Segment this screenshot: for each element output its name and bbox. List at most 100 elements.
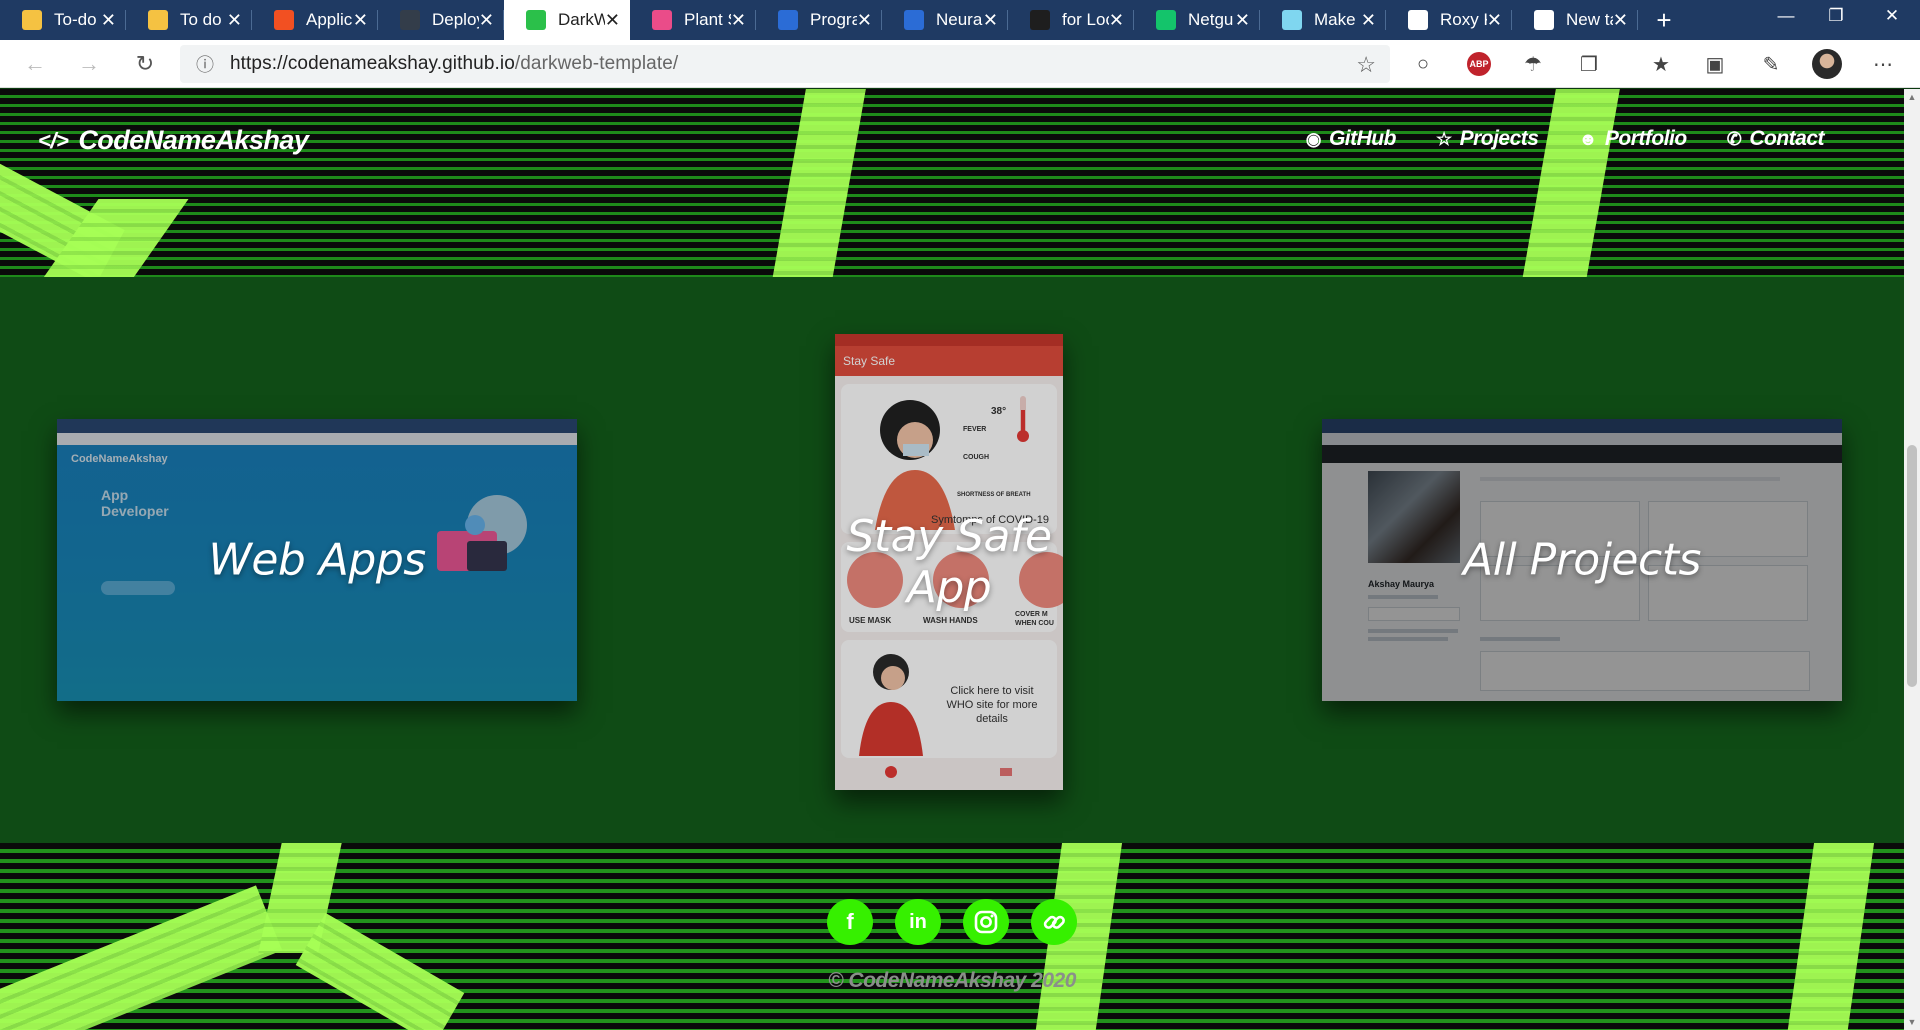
- tab-title: To do: [180, 10, 222, 29]
- tab-favicon-icon: [1030, 10, 1050, 30]
- webpage: </> CodeNameAkshay ◉ GitHub ☆ Projects ☻ Po…: [0, 89, 1904, 1030]
- tab-favicon-icon: [1534, 10, 1554, 30]
- collections-icon[interactable]: ▣: [1688, 40, 1742, 88]
- tab-favicon-icon: [778, 10, 798, 30]
- site-nav: ◉ GitHub ☆ Projects ☻ Portfolio ✆ Contact: [1305, 127, 1825, 151]
- browser-tab[interactable]: for Loc ✕: [1008, 0, 1134, 40]
- page-scrollbar[interactable]: ▲ ▼: [1904, 89, 1920, 1030]
- scroll-thumb[interactable]: [1907, 445, 1917, 687]
- github-icon: ◉: [1305, 128, 1322, 149]
- browser-tab[interactable]: Roxy K✕: [1386, 0, 1512, 40]
- tab-title: To-do: [54, 10, 97, 29]
- reload-button[interactable]: ↻: [118, 40, 172, 88]
- browser-tab[interactable]: To do ✕: [126, 0, 252, 40]
- tab-title: Plant S: [684, 10, 731, 29]
- close-window-button[interactable]: ✕: [1862, 0, 1920, 32]
- header-stripe-background: [0, 89, 1904, 277]
- tab-close-icon[interactable]: ✕: [479, 11, 494, 29]
- browser-tab[interactable]: Progra ✕: [756, 0, 882, 40]
- tab-close-icon[interactable]: ✕: [1613, 11, 1628, 29]
- browser-tab[interactable]: Make I ✕: [1260, 0, 1386, 40]
- browser-toolbar: ← → ↻ ⓘ https://codenameakshay.github.io…: [0, 40, 1920, 88]
- card-title: All Projects: [1463, 534, 1701, 586]
- nav-github[interactable]: ◉ GitHub: [1305, 127, 1397, 151]
- web-apps-card[interactable]: CodeNameAkshay App Developer Web Apps: [57, 419, 577, 701]
- tab-close-icon[interactable]: ✕: [353, 11, 368, 29]
- scroll-down-arrow-icon[interactable]: ▼: [1904, 1014, 1920, 1030]
- card-title: Web Apps: [208, 534, 426, 586]
- card-title: Stay Safe App: [846, 511, 1052, 613]
- star-icon: ☆: [1435, 128, 1452, 149]
- browser-tab[interactable]: Deploy✕: [378, 0, 504, 40]
- tab-title: DarkW: [558, 10, 605, 29]
- adblock-plus-icon[interactable]: ABP: [1452, 40, 1506, 88]
- address-bar[interactable]: ⓘ https://codenameakshay.github.io/darkw…: [180, 45, 1390, 83]
- site-logo[interactable]: </> CodeNameAkshay: [38, 125, 309, 156]
- phone-icon: ✆: [1726, 128, 1742, 149]
- tab-list: To-do✕To do✕Applic✕Deploy✕DarkW✕Plant S✕…: [0, 0, 1638, 40]
- forward-button[interactable]: →: [62, 40, 116, 88]
- favorites-icon[interactable]: ★: [1634, 40, 1688, 88]
- copyright-text: © CodeNameAkshay 2020: [828, 969, 1076, 992]
- settings-more-icon[interactable]: ⋯: [1856, 40, 1910, 88]
- tab-close-icon[interactable]: ✕: [605, 11, 620, 29]
- tab-favicon-icon: [526, 10, 546, 30]
- maximize-button[interactable]: ❐: [1806, 0, 1866, 32]
- facebook-icon[interactable]: f: [827, 899, 873, 945]
- tab-title: Roxy K: [1440, 10, 1487, 29]
- tab-favicon-icon: [1282, 10, 1302, 30]
- tab-title: Netgu: [1188, 10, 1234, 29]
- tab-favicon-icon: [400, 10, 420, 30]
- tab-close-icon[interactable]: ✕: [983, 11, 998, 29]
- tab-close-icon[interactable]: ✕: [227, 11, 242, 29]
- tab-close-icon[interactable]: ✕: [1487, 11, 1502, 29]
- tab-favicon-icon: [1156, 10, 1176, 30]
- browser-tab[interactable]: New ta✕: [1512, 0, 1638, 40]
- tab-favicon-icon: [1408, 10, 1428, 30]
- tab-title: Progra: [810, 10, 857, 29]
- browser-tab[interactable]: DarkW ✕: [504, 0, 630, 40]
- all-projects-card[interactable]: Akshay Maurya All Projects: [1322, 419, 1842, 701]
- tab-title: Make I: [1314, 10, 1361, 29]
- stay-safe-app-card[interactable]: Stay Safe 38° FEVER COUGH SHORTNESS OF B…: [835, 334, 1063, 790]
- site-info-icon[interactable]: ⓘ: [180, 51, 230, 77]
- tab-favicon-icon: [904, 10, 924, 30]
- browser-tab[interactable]: Netgu ✕: [1134, 0, 1260, 40]
- link-icon[interactable]: [1031, 899, 1077, 945]
- tab-close-icon[interactable]: ✕: [1361, 11, 1376, 29]
- user-circle-icon: ☻: [1578, 128, 1597, 149]
- tab-close-icon[interactable]: ✕: [731, 11, 746, 29]
- collections-extension-icon[interactable]: ❐: [1562, 40, 1616, 88]
- social-links: f in: [0, 899, 1904, 945]
- code-icon: </>: [38, 127, 69, 153]
- browser-tab[interactable]: Applic ✕: [252, 0, 378, 40]
- extension-icon[interactable]: ☂: [1506, 40, 1560, 88]
- tab-close-icon[interactable]: ✕: [1109, 11, 1124, 29]
- nav-portfolio[interactable]: ☻ Portfolio: [1578, 127, 1687, 151]
- browser-tab[interactable]: Plant S✕: [630, 0, 756, 40]
- tab-title: Deploy: [432, 10, 479, 29]
- bookmark-star-icon[interactable]: ☆: [1356, 52, 1376, 78]
- tab-close-icon[interactable]: ✕: [1235, 11, 1250, 29]
- scroll-up-arrow-icon[interactable]: ▲: [1904, 89, 1920, 105]
- tab-favicon-icon: [274, 10, 294, 30]
- feedback-icon[interactable]: ✎: [1744, 40, 1798, 88]
- profile-avatar[interactable]: [1800, 40, 1854, 88]
- instagram-icon[interactable]: [963, 899, 1009, 945]
- url-text: https://codenameakshay.github.io/darkweb…: [230, 53, 679, 74]
- tab-title: New ta: [1566, 10, 1613, 29]
- nav-contact[interactable]: ✆ Contact: [1726, 127, 1825, 151]
- browser-tab[interactable]: To-do ✕: [0, 0, 126, 40]
- back-button[interactable]: ←: [8, 40, 62, 88]
- site-logo-text: CodeNameAkshay: [78, 125, 309, 155]
- tab-close-icon[interactable]: ✕: [101, 11, 116, 29]
- tab-title: Applic: [306, 10, 353, 29]
- browser-tab[interactable]: Neural ✕: [882, 0, 1008, 40]
- tab-title: Neural: [936, 10, 983, 29]
- tab-favicon-icon: [148, 10, 168, 30]
- circle-extension-icon[interactable]: ○: [1396, 40, 1450, 88]
- linkedin-icon[interactable]: in: [895, 899, 941, 945]
- nav-projects[interactable]: ☆ Projects: [1436, 127, 1539, 151]
- tab-close-icon[interactable]: ✕: [857, 11, 872, 29]
- new-tab-button[interactable]: +: [1644, 0, 1684, 40]
